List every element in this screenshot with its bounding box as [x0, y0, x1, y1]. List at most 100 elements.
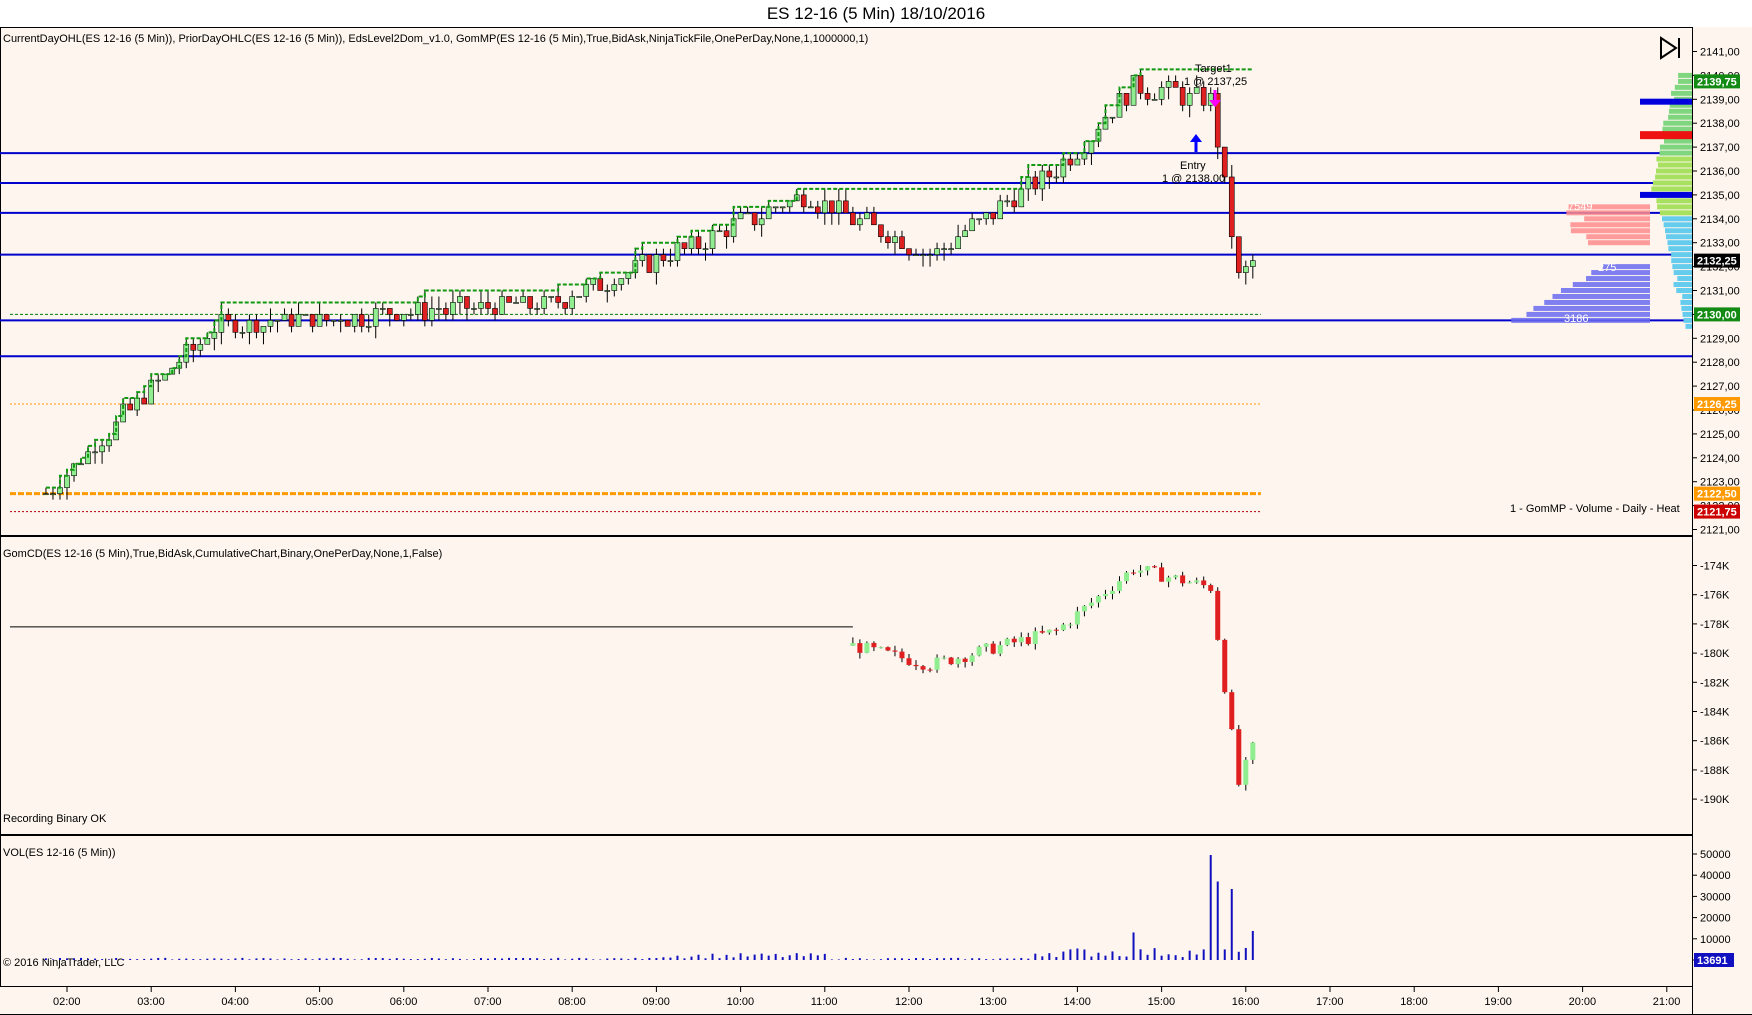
time-tick-label: 08:00 — [558, 996, 586, 1008]
delta-body — [871, 642, 877, 648]
delta-body — [906, 658, 912, 665]
profile-bar — [1656, 198, 1692, 204]
bid-heat-bar — [1560, 288, 1650, 293]
bid-heat-bar — [1533, 305, 1650, 311]
profile-bar — [1673, 282, 1692, 288]
candle-body — [415, 302, 421, 315]
candle-body — [253, 320, 260, 333]
candle-body — [225, 314, 232, 321]
candle-body — [1186, 93, 1193, 106]
time-tick-label: 10:00 — [727, 996, 755, 1008]
candle-body — [443, 308, 449, 315]
delta-body — [1215, 590, 1221, 640]
volume-last-tag: 13691 — [1694, 953, 1734, 967]
candle-body — [450, 302, 456, 315]
profile-bar — [1659, 210, 1692, 216]
delta-body — [927, 669, 933, 671]
ask-heat-bar — [1570, 222, 1650, 228]
candle-body — [365, 326, 372, 328]
candle-body — [548, 296, 554, 298]
candle-body — [871, 212, 877, 226]
candle-body — [386, 308, 393, 315]
time-tick-label: 15:00 — [1148, 996, 1176, 1008]
delta-body — [955, 658, 961, 665]
candle-body — [681, 242, 688, 249]
price-tick-label: 2121,00 — [1700, 525, 1740, 537]
candle-body — [330, 320, 337, 322]
time-tick-label: 16:00 — [1232, 996, 1260, 1008]
ask-heat-bar — [1586, 234, 1650, 240]
delta-body — [857, 643, 863, 653]
profile-bar — [1656, 168, 1692, 174]
candle-body — [1123, 93, 1130, 106]
candle-body — [555, 296, 561, 303]
candle-body — [436, 308, 442, 310]
profile-bar — [1671, 90, 1692, 96]
delta-body — [1018, 637, 1024, 643]
delta-body — [941, 657, 947, 659]
candle-body — [611, 284, 618, 291]
candle-body — [316, 314, 323, 327]
candle-body — [899, 236, 905, 249]
candle-body — [541, 296, 547, 309]
delta-body — [1053, 629, 1059, 631]
candle-body — [1109, 116, 1116, 119]
candle-body — [604, 290, 611, 292]
time-tick-label: 07:00 — [474, 996, 502, 1008]
candle-body — [829, 200, 835, 214]
candle-body — [1200, 87, 1207, 106]
profile-bar — [1682, 293, 1692, 299]
delta-body — [990, 643, 996, 654]
candle-body — [730, 218, 737, 238]
profile-bar — [1683, 317, 1692, 323]
delta-body — [1173, 575, 1179, 578]
candle-body — [1046, 170, 1053, 178]
delta-body — [1060, 624, 1066, 631]
candle-body — [864, 212, 870, 220]
profile-bar — [1668, 108, 1692, 114]
candle-body — [1067, 158, 1074, 166]
time-tick-label: 18:00 — [1400, 996, 1428, 1008]
candle-body — [843, 200, 849, 214]
candle-body — [583, 284, 590, 297]
candle-body — [1250, 260, 1256, 267]
candle-body — [267, 320, 274, 327]
candle-body — [99, 445, 105, 453]
candle-body — [878, 224, 884, 238]
time-tick-label: 02:00 — [53, 996, 81, 1008]
delta-body — [1152, 566, 1158, 568]
volume-indicator-label: VOL(ES 12-16 (5 Min)) — [3, 847, 115, 859]
candle-body — [1004, 200, 1011, 203]
price-tick-label: 2135,00 — [1700, 190, 1740, 202]
profile-bar — [1665, 228, 1692, 234]
price-axis: 2121,002122,002123,002124,002125,002126,… — [1692, 47, 1740, 537]
candle-body — [618, 278, 625, 285]
candle-body — [751, 212, 758, 226]
candle-body — [485, 302, 491, 309]
delta-body — [1117, 581, 1122, 591]
volume-tick-label: 50000 — [1700, 849, 1731, 861]
delta-body — [1081, 605, 1087, 612]
candle-body — [1032, 176, 1039, 190]
candle-body — [302, 314, 309, 316]
candle-body — [990, 212, 997, 220]
candle-body — [1137, 75, 1144, 94]
delta-body — [969, 655, 975, 662]
bid-heat-bar — [1586, 276, 1650, 282]
delta-body — [997, 645, 1003, 654]
chart-canvas[interactable]: CurrentDayOHL(ES 12-16 (5 Min)), PriorDa… — [0, 27, 1752, 1015]
price-tag-label: 2126,25 — [1697, 399, 1737, 411]
candle-body — [688, 236, 695, 249]
delta-tick-label: -188K — [1700, 765, 1730, 777]
candle-body — [127, 403, 133, 411]
profile-bar — [1678, 78, 1692, 84]
time-tick-label: 21:00 — [1653, 996, 1681, 1008]
candle-body — [934, 248, 940, 255]
candle-body — [576, 296, 583, 298]
profile-bar — [1673, 270, 1692, 276]
candle-body — [309, 314, 316, 327]
profile-bar — [1667, 240, 1692, 246]
target-name-label: Target1 — [1195, 63, 1232, 75]
candle-body — [1025, 176, 1032, 190]
price-tick-label: 2128,00 — [1700, 357, 1740, 369]
